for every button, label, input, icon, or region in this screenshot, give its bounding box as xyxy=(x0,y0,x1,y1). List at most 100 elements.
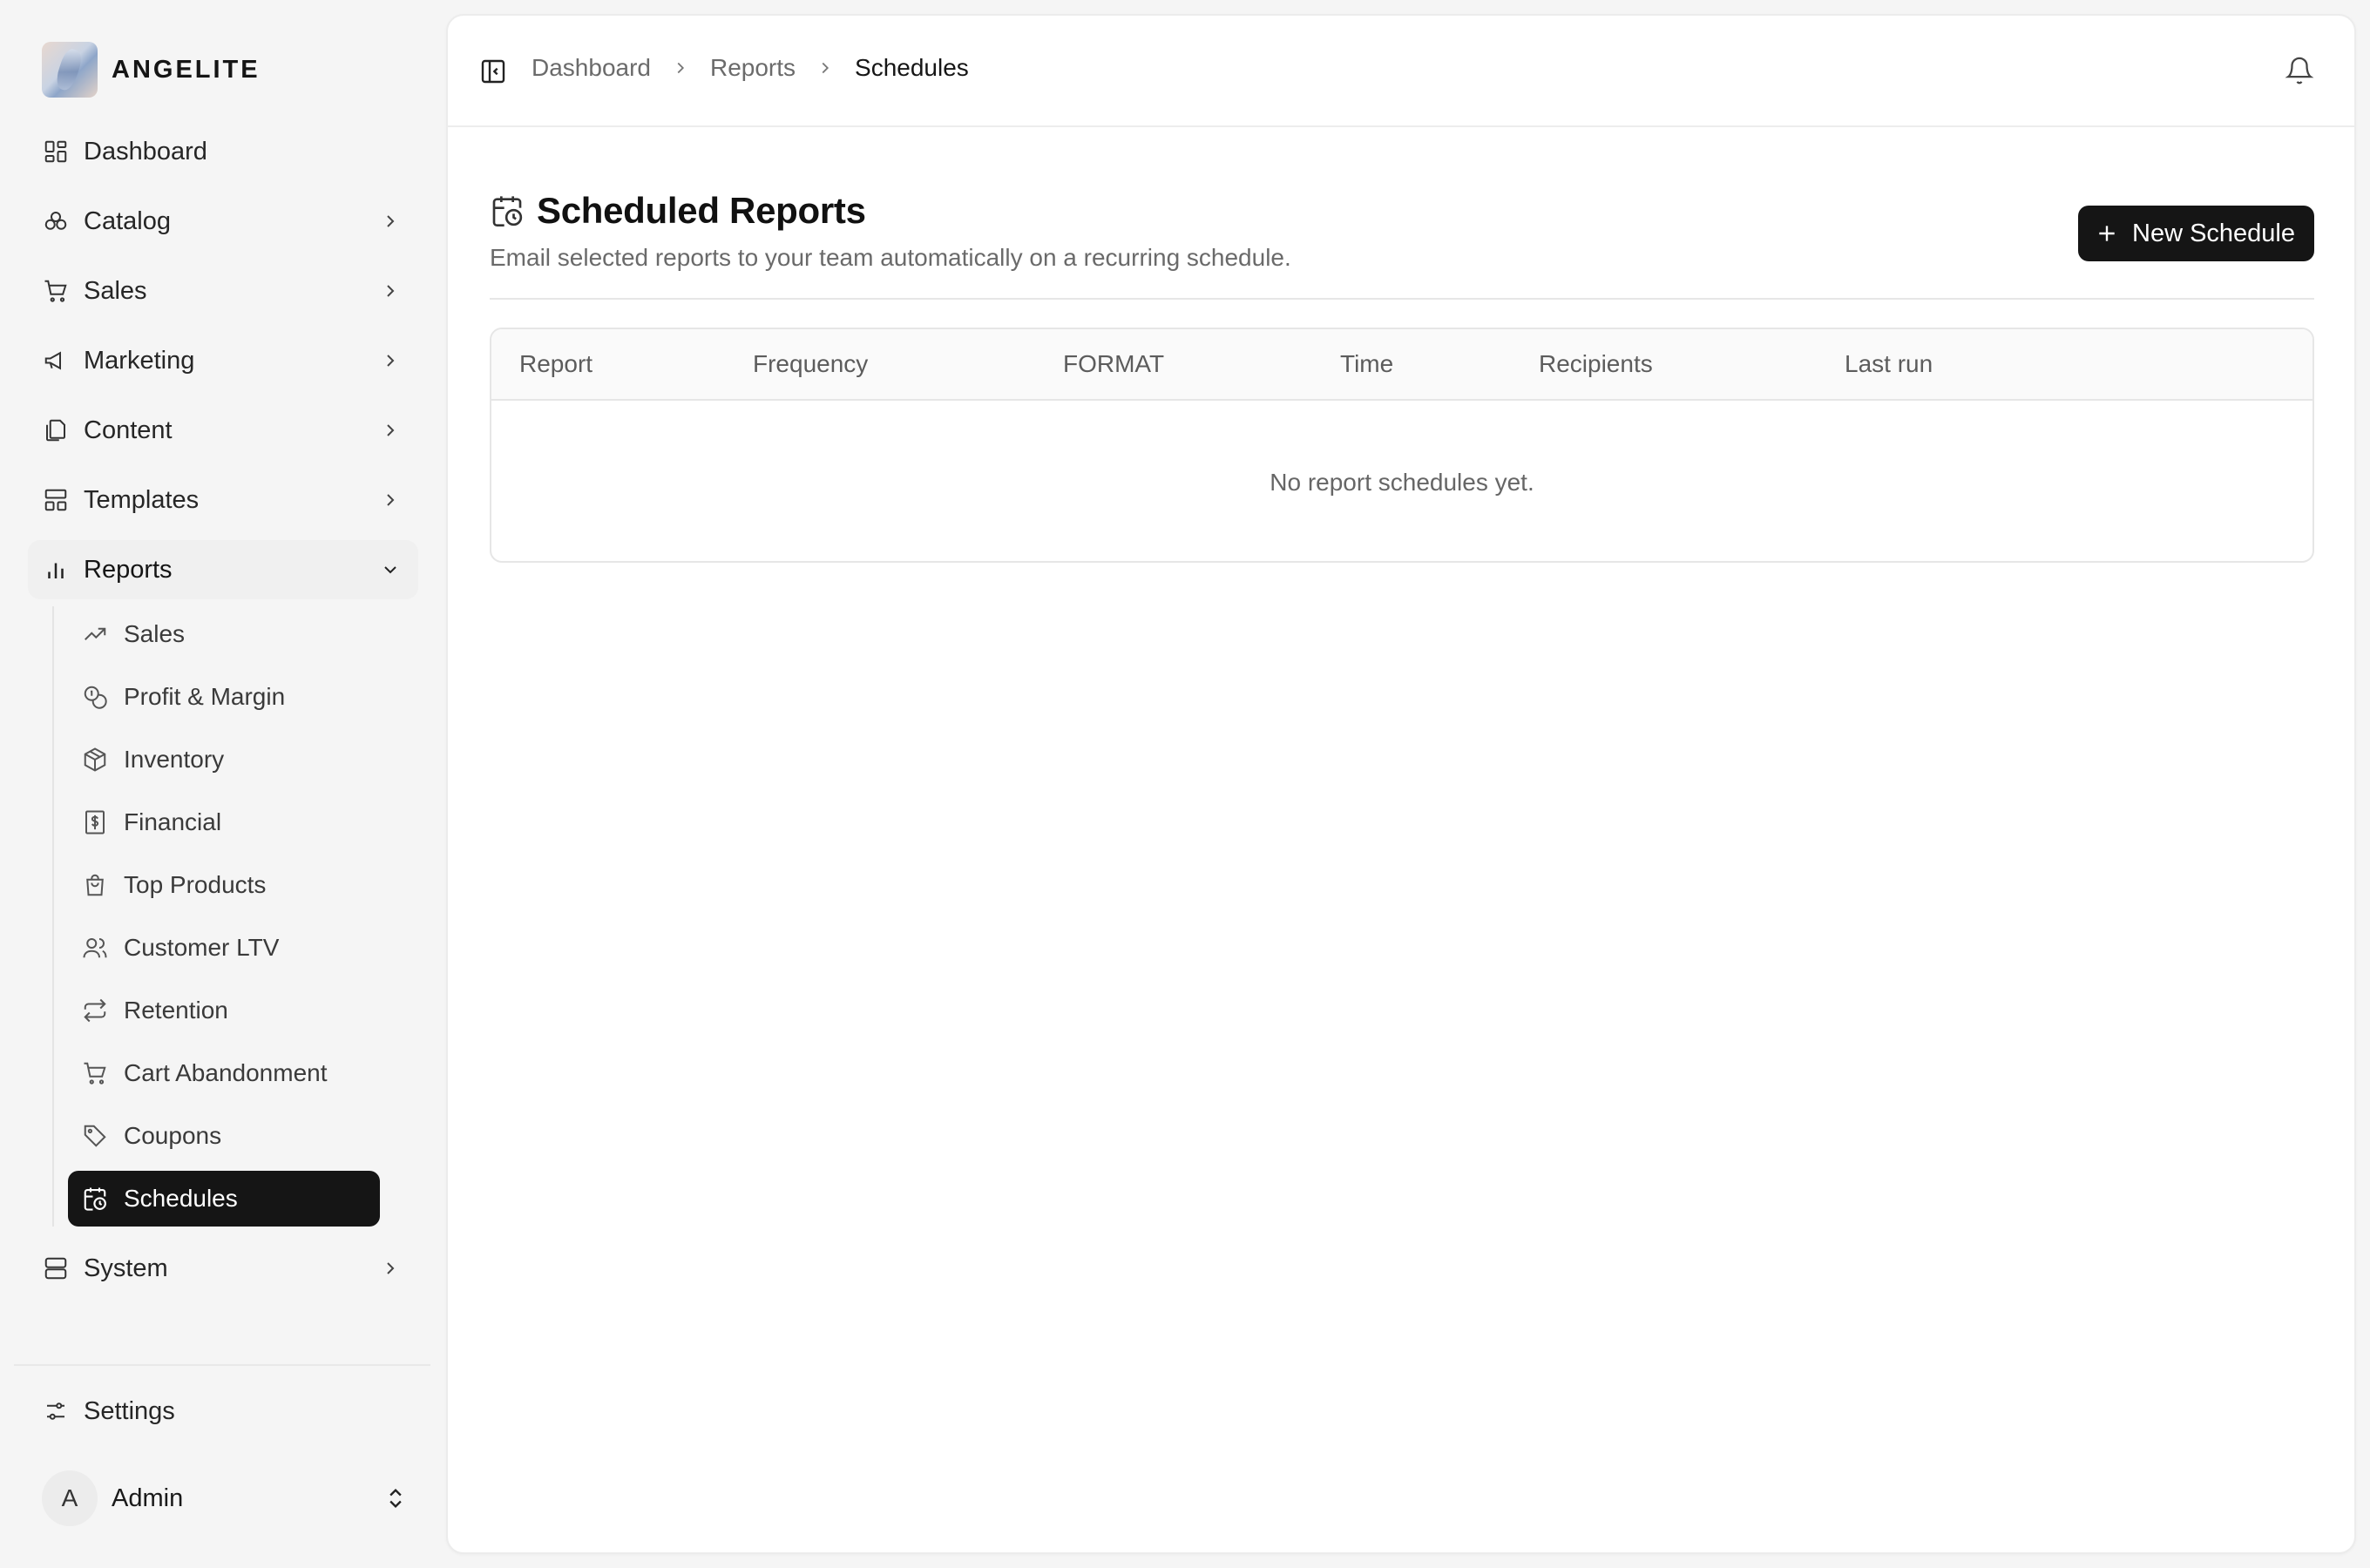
layout-icon xyxy=(42,486,70,514)
plus-icon xyxy=(2096,222,2118,245)
coins-icon xyxy=(82,684,108,710)
header-divider xyxy=(490,298,2314,300)
sub-item-label: Cart Abandonment xyxy=(124,1059,328,1086)
sidebar-item-label: Reports xyxy=(84,555,173,584)
sidebar-item-system[interactable]: System xyxy=(28,1239,418,1298)
user-name: Admin xyxy=(112,1484,184,1512)
sidebar-item-label: Settings xyxy=(84,1396,175,1425)
sub-item-label: Sales xyxy=(124,620,186,647)
brand-name: ANGELITE xyxy=(112,55,261,84)
sidebar-item-sales[interactable]: Sales xyxy=(28,261,418,321)
brand[interactable]: ANGELITE xyxy=(42,42,261,98)
sub-item-label: Schedules xyxy=(124,1185,238,1212)
table-empty-state: No report schedules yet. xyxy=(1270,469,1534,496)
sidebar-divider xyxy=(14,1364,430,1366)
chevrons-up-down-icon[interactable] xyxy=(383,1486,408,1511)
sidebar-item-templates[interactable]: Templates xyxy=(28,470,418,530)
sidebar-item-catalog[interactable]: Catalog xyxy=(28,192,418,251)
chevron-right-icon xyxy=(380,1258,401,1279)
sidebar-item-marketing[interactable]: Marketing xyxy=(28,331,418,390)
tag-icon xyxy=(82,1123,108,1149)
breadcrumb-reports[interactable]: Reports xyxy=(710,54,796,82)
column-header-report[interactable]: Report xyxy=(519,350,592,378)
chevron-right-icon xyxy=(670,57,691,78)
column-header-last-run[interactable]: Last run xyxy=(1845,350,1933,378)
sidebar-item-customer-ltv[interactable]: Customer LTV xyxy=(68,920,380,976)
chevron-right-icon xyxy=(380,420,401,441)
calendar-clock-icon xyxy=(82,1186,108,1212)
bar-chart-icon xyxy=(42,556,70,584)
chevron-right-icon xyxy=(380,490,401,510)
brand-logo xyxy=(42,42,98,98)
sidebar-item-label: Templates xyxy=(84,485,200,514)
avatar: A xyxy=(42,1470,98,1526)
sidebar-item-retention[interactable]: Retention xyxy=(68,983,380,1038)
sidebar-item-label: System xyxy=(84,1254,168,1282)
user-menu[interactable]: A Admin xyxy=(42,1470,408,1526)
breadcrumb: Dashboard Reports Schedules xyxy=(532,54,969,82)
files-icon xyxy=(42,416,70,444)
sidebar: ANGELITE Dashboard Catalog Sales Marketi… xyxy=(0,0,444,1568)
column-header-time[interactable]: Time xyxy=(1340,350,1393,378)
column-header-frequency[interactable]: Frequency xyxy=(753,350,868,378)
title-row: Scheduled Reports xyxy=(490,190,2314,232)
package-icon xyxy=(82,747,108,773)
chevron-down-icon xyxy=(380,559,401,580)
sidebar-nav: Dashboard Catalog Sales Marketing Conten… xyxy=(28,122,418,1308)
topbar: Dashboard Reports Schedules xyxy=(448,16,2354,127)
chevron-right-icon xyxy=(380,211,401,232)
sub-item-label: Profit & Margin xyxy=(124,683,286,710)
bell-icon[interactable] xyxy=(2285,56,2314,85)
sidebar-item-settings[interactable]: Settings xyxy=(28,1382,418,1441)
shopping-bag-icon xyxy=(82,872,108,898)
catalog-icon xyxy=(42,207,70,235)
cart-icon xyxy=(42,277,70,305)
sidebar-item-content[interactable]: Content xyxy=(28,401,418,460)
page-subtitle: Email selected reports to your team auto… xyxy=(490,244,1291,271)
receipt-dollar-icon xyxy=(82,809,108,835)
sliders-icon xyxy=(42,1397,70,1425)
sidebar-item-top-products[interactable]: Top Products xyxy=(68,857,380,913)
breadcrumb-schedules: Schedules xyxy=(855,54,969,81)
chevron-right-icon xyxy=(380,350,401,371)
sub-item-label: Coupons xyxy=(124,1122,222,1149)
column-header-recipients[interactable]: Recipients xyxy=(1539,350,1653,378)
sidebar-item-coupons[interactable]: Coupons xyxy=(68,1108,380,1164)
schedules-table: Report Frequency FORMAT Time Recipients … xyxy=(490,328,2314,563)
sub-item-label: Inventory xyxy=(124,746,225,773)
main-panel: Dashboard Reports Schedules Scheduled Re… xyxy=(446,14,2356,1554)
sidebar-item-label: Sales xyxy=(84,276,147,305)
breadcrumb-dashboard[interactable]: Dashboard xyxy=(532,54,651,82)
sidebar-item-label: Catalog xyxy=(84,206,171,235)
sidebar-item-reports[interactable]: Reports xyxy=(28,540,418,599)
sidebar-item-schedules[interactable]: Schedules xyxy=(68,1171,380,1227)
column-header-format[interactable]: FORMAT xyxy=(1063,350,1164,378)
repeat-icon xyxy=(82,997,108,1024)
sidebar-item-dashboard[interactable]: Dashboard xyxy=(28,122,418,181)
table-header: Report Frequency FORMAT Time Recipients … xyxy=(491,329,2312,401)
new-schedule-label: New Schedule xyxy=(2132,219,2295,247)
sidebar-item-label: Dashboard xyxy=(84,137,207,166)
users-icon xyxy=(82,935,108,961)
sidebar-item-sales-report[interactable]: Sales xyxy=(68,606,380,662)
sidebar-item-inventory[interactable]: Inventory xyxy=(68,732,380,787)
trend-up-icon xyxy=(82,621,108,647)
sub-item-label: Financial xyxy=(124,808,222,835)
new-schedule-button[interactable]: New Schedule xyxy=(2078,206,2314,261)
sub-item-label: Retention xyxy=(124,997,228,1024)
reports-submenu: Sales Profit & Margin Inventory Financia… xyxy=(52,606,418,1227)
sidebar-item-label: Content xyxy=(84,416,173,444)
sidebar-toggle-icon[interactable] xyxy=(479,57,507,85)
dashboard-icon xyxy=(42,138,70,166)
calendar-clock-icon xyxy=(490,193,525,228)
megaphone-icon xyxy=(42,347,70,375)
page-title: Scheduled Reports xyxy=(537,190,866,231)
sidebar-item-cart-abandonment[interactable]: Cart Abandonment xyxy=(68,1045,380,1101)
sub-item-label: Top Products xyxy=(124,871,267,898)
sidebar-item-label: Marketing xyxy=(84,346,195,375)
sidebar-item-financial[interactable]: Financial xyxy=(68,794,380,850)
chevron-right-icon xyxy=(380,280,401,301)
sidebar-item-profit-margin[interactable]: Profit & Margin xyxy=(68,669,380,725)
chevron-right-icon xyxy=(815,57,836,78)
sub-item-label: Customer LTV xyxy=(124,934,280,961)
